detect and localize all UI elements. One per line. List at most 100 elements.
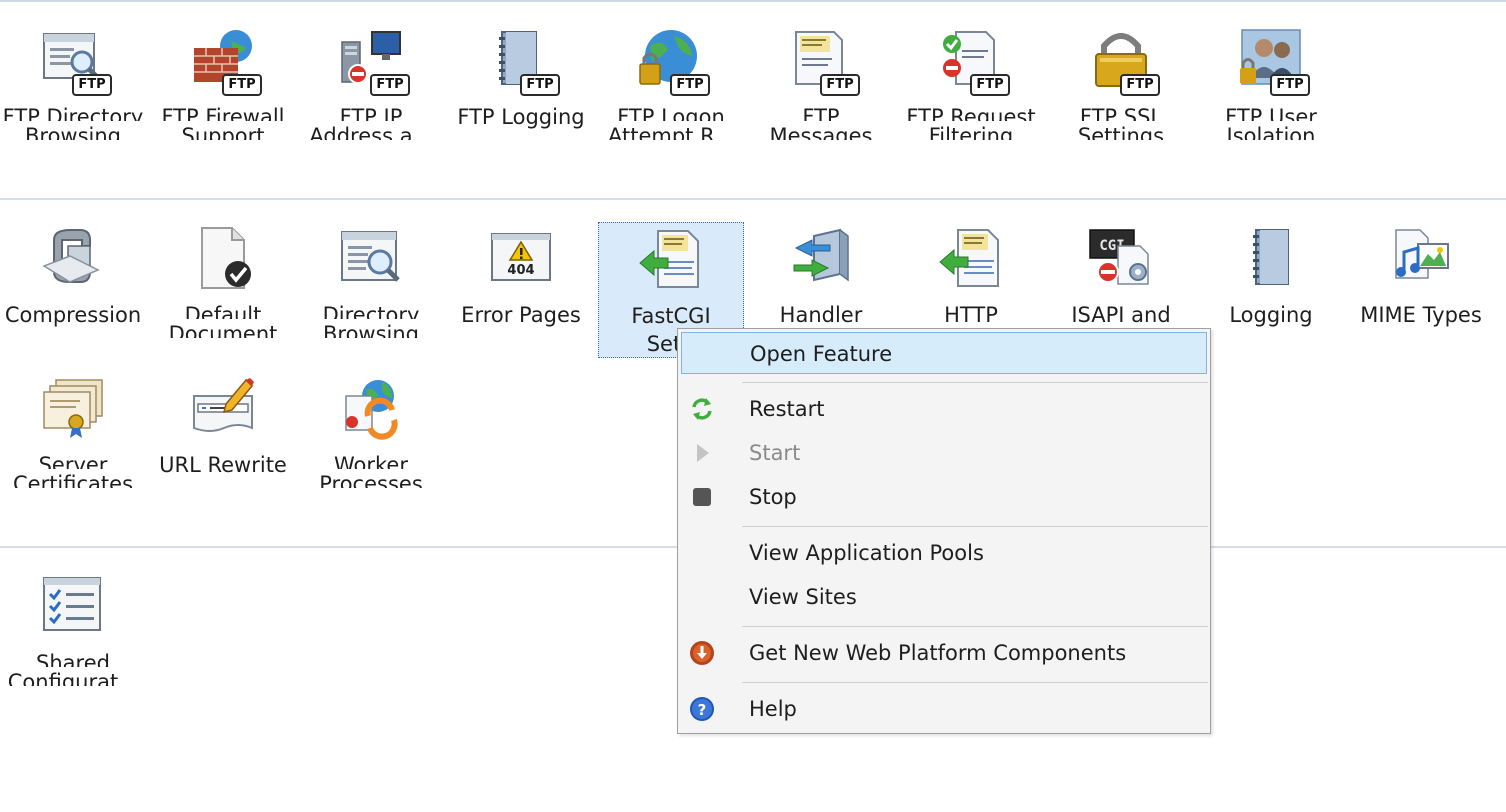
feature-server-certificates[interactable]: Server Certificates [0,352,146,488]
feature-error-pages[interactable]: 404 Error Pages [448,202,594,338]
ftp-ssl-icon: FTP [1088,28,1160,96]
feature-label: Certificates [12,472,134,488]
menu-separator [742,526,1208,527]
ftp-badge: FTP [370,74,410,96]
feature-label: Settings [1077,124,1165,140]
feature-http-response-headers[interactable]: HTTP [898,202,1044,338]
menu-item-view-sites[interactable]: View Sites [681,576,1207,618]
menu-item-get-web-platform-components[interactable]: Get New Web Platform Components [681,632,1207,674]
feature-label: FastCGI [631,304,711,328]
feature-shared-configuration[interactable]: Shared Configurat... [0,550,146,686]
feature-label: Processes [319,472,423,488]
ftp-firewall-icon: FTP [190,28,262,96]
menu-item-label: Get New Web Platform Components [749,641,1127,665]
ftp-badge: FTP [222,74,262,96]
feature-url-rewrite[interactable]: URL Rewrite [150,352,296,488]
feature-label: Filtering [928,124,1014,140]
feature-label: HTTP [944,303,998,327]
feature-ftp-messages[interactable]: FTP FTP Messages [748,4,894,140]
feature-label: Compression [4,303,142,327]
feature-label: Server [38,453,108,469]
ftp-badge: FTP [1120,74,1160,96]
menu-item-label: View Application Pools [749,541,984,565]
feature-label: MIME Types [1360,303,1482,327]
feature-ftp-directory-browsing[interactable]: FTP FTP Directory Browsing [0,4,146,140]
feature-label: FTP Logging [457,105,585,129]
ftp-logging-icon: FTP [488,28,560,96]
server-certificates-icon [40,376,106,442]
feature-handler-mappings[interactable]: Handler [748,202,894,338]
feature-label: Shared [36,651,110,667]
ftp-directory-browsing-icon: FTP [40,28,112,96]
menu-item-label: Restart [749,397,825,421]
ftp-user-isolation-icon: FTP [1238,28,1310,96]
stop-icon [689,484,715,510]
feature-label: Attempt R... [608,124,734,140]
feature-ftp-firewall-support[interactable]: FTP FTP Firewall Support [150,4,296,140]
menu-item-view-application-pools[interactable]: View Application Pools [681,532,1207,574]
feature-label: Directory [322,303,420,319]
isapi-cgi-icon: CGI [1088,226,1154,292]
menu-item-label: Help [749,697,797,721]
directory-browsing-icon [338,226,404,292]
error-404-text: 404 [507,263,534,278]
ftp-badge: FTP [820,74,860,96]
mime-types-icon [1388,226,1454,292]
menu-item-stop[interactable]: Stop [681,476,1207,518]
feature-ftp-user-isolation[interactable]: FTP FTP User Isolation [1198,4,1344,140]
feature-ftp-logging[interactable]: FTP FTP Logging [448,4,594,140]
menu-item-restart[interactable]: Restart [681,388,1207,430]
menu-item-label: Start [749,441,801,465]
feature-label: Browsing [24,124,122,140]
menu-separator [742,382,1208,383]
feature-ftp-ip-address[interactable]: FTP FTP IP Address a... [298,4,444,140]
ftp-badge: FTP [72,74,112,96]
menu-item-open-feature[interactable]: Open Feature [681,332,1207,374]
feature-label: Address a... [309,124,433,140]
restart-icon [689,396,715,422]
menu-item-start[interactable]: Start [681,432,1207,474]
svg-text:?: ? [698,701,707,719]
menu-separator [742,682,1208,683]
feature-ftp-request-filtering[interactable]: FTP FTP Request Filtering [898,4,1044,140]
ftp-logon-attempt-icon: FTP [638,28,710,96]
help-icon: ? [689,696,715,722]
feature-label: URL Rewrite [159,453,287,477]
feature-ftp-logon-attempt[interactable]: FTP FTP Logon Attempt R... [598,4,744,140]
feature-label: FTP [802,105,840,121]
menu-item-help[interactable]: ? Help [681,688,1207,730]
feature-ftp-ssl-settings[interactable]: FTP FTP SSL Settings [1048,4,1194,140]
url-rewrite-icon [190,376,256,442]
feature-mime-types[interactable]: MIME Types [1348,202,1494,338]
worker-processes-icon [338,376,404,442]
feature-label: FTP Logon [617,105,725,121]
feature-label: Document [168,322,278,338]
menu-separator [742,626,1208,627]
feature-label: Messages [769,124,873,140]
feature-label: Isolation [1226,124,1316,140]
menu-item-label: Open Feature [750,342,893,366]
top-border [0,0,1506,2]
feature-logging[interactable]: Logging [1198,202,1344,338]
handler-mappings-icon [788,226,854,292]
feature-label: Browsing [322,322,420,338]
shared-configuration-icon [40,574,106,640]
feature-compression[interactable]: Compression [0,202,146,338]
feature-directory-browsing[interactable]: Directory Browsing [298,202,444,338]
start-icon [689,440,715,466]
feature-label: FTP IP [339,105,403,121]
feature-label: Handler [779,303,863,327]
group-separator [0,198,1506,200]
menu-item-label: Stop [749,485,797,509]
menu-item-label: View Sites [749,585,857,609]
feature-worker-processes[interactable]: Worker Processes [298,352,444,488]
ftp-messages-icon: FTP [788,28,860,96]
http-response-headers-icon [938,226,1004,292]
context-menu: Open Feature Restart Start Stop View App… [677,328,1211,734]
feature-default-document[interactable]: Default Document [150,202,296,338]
logging-icon [1238,226,1304,292]
feature-isapi-cgi-restrictions[interactable]: CGI ISAPI and [1048,202,1194,338]
error-pages-icon: 404 [488,226,554,292]
feature-label: Configurat... [7,670,139,686]
feature-label: Default [184,303,262,319]
